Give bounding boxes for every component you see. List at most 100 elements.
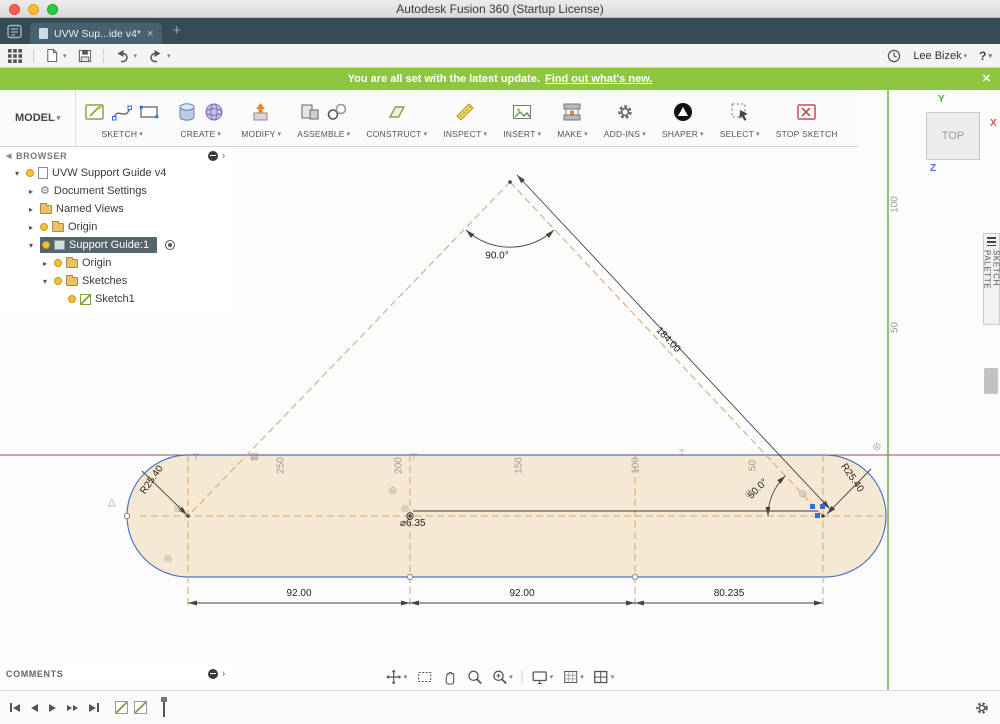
save-button[interactable] <box>78 49 92 63</box>
visibility-bulb-icon[interactable] <box>40 223 48 231</box>
expand-arrow-icon[interactable]: ▸ <box>26 205 36 214</box>
timeline-feature-sketch[interactable] <box>134 701 147 714</box>
timeline-marker[interactable] <box>161 696 167 717</box>
insert-image-icon[interactable] <box>511 101 533 123</box>
dimension-width-left[interactable]: 92.00 <box>286 588 311 599</box>
timeline-feature-sketch[interactable] <box>115 701 128 714</box>
perpendicular-constraint-icon[interactable]: ⊤ <box>410 453 418 462</box>
ribbon-menu-addins[interactable]: ADD-INS <box>604 129 646 139</box>
expand-arrow-icon[interactable]: ▾ <box>26 241 36 250</box>
spline-icon[interactable] <box>111 101 133 123</box>
browser-item-document-settings[interactable]: ▸ ⚙ Document Settings <box>0 182 232 200</box>
panel-resize-handle[interactable]: › <box>222 668 226 680</box>
stop-sketch-button[interactable]: STOP SKETCH <box>776 129 838 139</box>
fix-constraint-icon[interactable]: △ <box>108 498 116 508</box>
minimize-window-button[interactable] <box>28 4 39 15</box>
timeline-step-forward-button[interactable] <box>67 704 78 711</box>
undo-button[interactable] <box>115 48 138 63</box>
banner-link[interactable]: Find out what's new. <box>545 73 652 85</box>
job-status-clock-icon[interactable] <box>887 49 901 63</box>
activate-component-radio[interactable] <box>165 240 176 250</box>
viewcube-face-label[interactable]: TOP <box>942 130 964 142</box>
orbit-button[interactable] <box>386 669 408 685</box>
perpendicular-constraint-icon[interactable]: ⊤ <box>192 453 200 462</box>
visibility-bulb-icon[interactable] <box>54 259 62 267</box>
comments-panel[interactable]: COMMENTS › <box>0 665 232 682</box>
look-at-button[interactable] <box>416 669 432 685</box>
stop-sketch-icon[interactable] <box>796 101 818 123</box>
close-window-button[interactable] <box>9 4 20 15</box>
dimension-angle-apex[interactable]: 90.0° <box>485 251 508 262</box>
rectangle-tool-icon[interactable] <box>138 101 160 123</box>
timeline-play-button[interactable] <box>49 703 56 712</box>
browser-item-origin[interactable]: ▸ Origin <box>0 218 232 236</box>
expand-arrow-icon[interactable]: ▸ <box>26 223 36 232</box>
help-menu-button[interactable]: ? <box>979 49 992 63</box>
browser-item-component[interactable]: ▾ Support Guide:1 <box>0 236 232 254</box>
panel-resize-handle[interactable]: › <box>222 150 226 162</box>
pan-hand-button[interactable] <box>441 669 457 685</box>
dimension-width-right[interactable]: 80.235 <box>714 588 745 599</box>
expand-arrow-icon[interactable]: ▾ <box>12 169 22 178</box>
user-menu-button[interactable]: Lee Bizek <box>913 50 967 62</box>
file-menu-button[interactable] <box>45 48 67 63</box>
banner-close-icon[interactable]: ✕ <box>982 72 991 85</box>
visibility-bulb-icon[interactable] <box>54 277 62 285</box>
panel-scroll-thumb[interactable] <box>984 368 998 394</box>
expand-arrow-icon[interactable]: ▸ <box>26 187 36 196</box>
concentric-constraint-icon[interactable]: ◎ <box>745 489 753 498</box>
ribbon-menu-shaper[interactable]: SHAPER <box>662 129 704 139</box>
create-sketch-icon[interactable] <box>84 101 106 123</box>
concentric-constraint-icon[interactable]: ◎ <box>799 489 807 498</box>
viewcube[interactable]: TOP <box>926 112 980 160</box>
ribbon-menu-select[interactable]: SELECT <box>720 129 760 139</box>
concentric-constraint-icon[interactable]: ◎ <box>873 442 881 451</box>
visibility-bulb-icon[interactable] <box>68 295 76 303</box>
browser-item-origin-child[interactable]: ▸ Origin <box>0 254 232 272</box>
document-tab[interactable]: UVW Sup...ide v4* × <box>30 23 163 44</box>
workspace-menu[interactable]: MODEL <box>0 90 77 146</box>
timeline-step-back-button[interactable] <box>31 703 38 712</box>
ribbon-menu-construct[interactable]: CONSTRUCT <box>366 129 427 139</box>
grid-display-button[interactable] <box>562 669 584 685</box>
ribbon-menu-modify[interactable]: MODIFY <box>241 129 281 139</box>
zoom-window-button[interactable] <box>47 4 58 15</box>
close-tab-icon[interactable]: × <box>147 28 153 40</box>
zoom-menu-button[interactable] <box>491 669 513 685</box>
app-grid-button[interactable] <box>8 48 22 63</box>
addins-gear-icon[interactable] <box>614 101 636 123</box>
ribbon-menu-assemble[interactable]: ASSEMBLE <box>297 129 350 139</box>
dimension-constraint-icon[interactable]: ▤ <box>250 452 259 461</box>
concentric-constraint-icon[interactable]: ◎ <box>401 504 409 513</box>
press-pull-icon[interactable] <box>250 101 272 123</box>
selected-item-highlight[interactable]: Support Guide:1 <box>40 237 158 253</box>
ribbon-menu-make[interactable]: MAKE <box>557 129 588 139</box>
concentric-constraint-icon[interactable]: ◎ <box>389 486 397 495</box>
shaper-utilities-icon[interactable] <box>672 101 694 123</box>
ribbon-menu-inspect[interactable]: INSPECT <box>443 129 487 139</box>
timeline-go-start-button[interactable] <box>10 703 20 712</box>
dimension-diameter-mid[interactable]: ⌀6.35 <box>400 518 425 529</box>
dimension-width-mid[interactable]: 92.00 <box>509 588 534 599</box>
perpendicular-constraint-icon[interactable]: ⊤ <box>678 449 686 458</box>
collapse-panel-icon[interactable]: ◀ <box>6 152 12 160</box>
concentric-constraint-icon[interactable]: ◎ <box>174 504 182 513</box>
palette-grip-icon[interactable] <box>987 237 996 247</box>
ribbon-menu-create[interactable]: CREATE <box>180 129 221 139</box>
joint-icon[interactable] <box>326 101 348 123</box>
ribbon-menu-sketch[interactable]: SKETCH <box>102 129 143 139</box>
new-component-icon[interactable] <box>299 101 321 123</box>
3d-print-icon[interactable] <box>561 101 583 123</box>
expand-arrow-icon[interactable]: ▸ <box>40 259 50 268</box>
display-settings-button[interactable] <box>532 669 554 685</box>
sphere-icon[interactable] <box>203 101 225 123</box>
browser-header[interactable]: ◀ BROWSER › <box>0 147 232 164</box>
expand-arrow-icon[interactable]: ▾ <box>40 277 50 286</box>
timeline-go-end-button[interactable] <box>89 703 99 712</box>
browser-item-named-views[interactable]: ▸ Named Views <box>0 200 232 218</box>
visibility-bulb-icon[interactable] <box>26 169 34 177</box>
concentric-constraint-icon[interactable]: ◎ <box>164 554 172 563</box>
viewports-button[interactable] <box>593 669 615 685</box>
visibility-bulb-icon[interactable] <box>42 241 50 249</box>
browser-item-root[interactable]: ▾ UVW Support Guide v4 <box>0 164 232 182</box>
